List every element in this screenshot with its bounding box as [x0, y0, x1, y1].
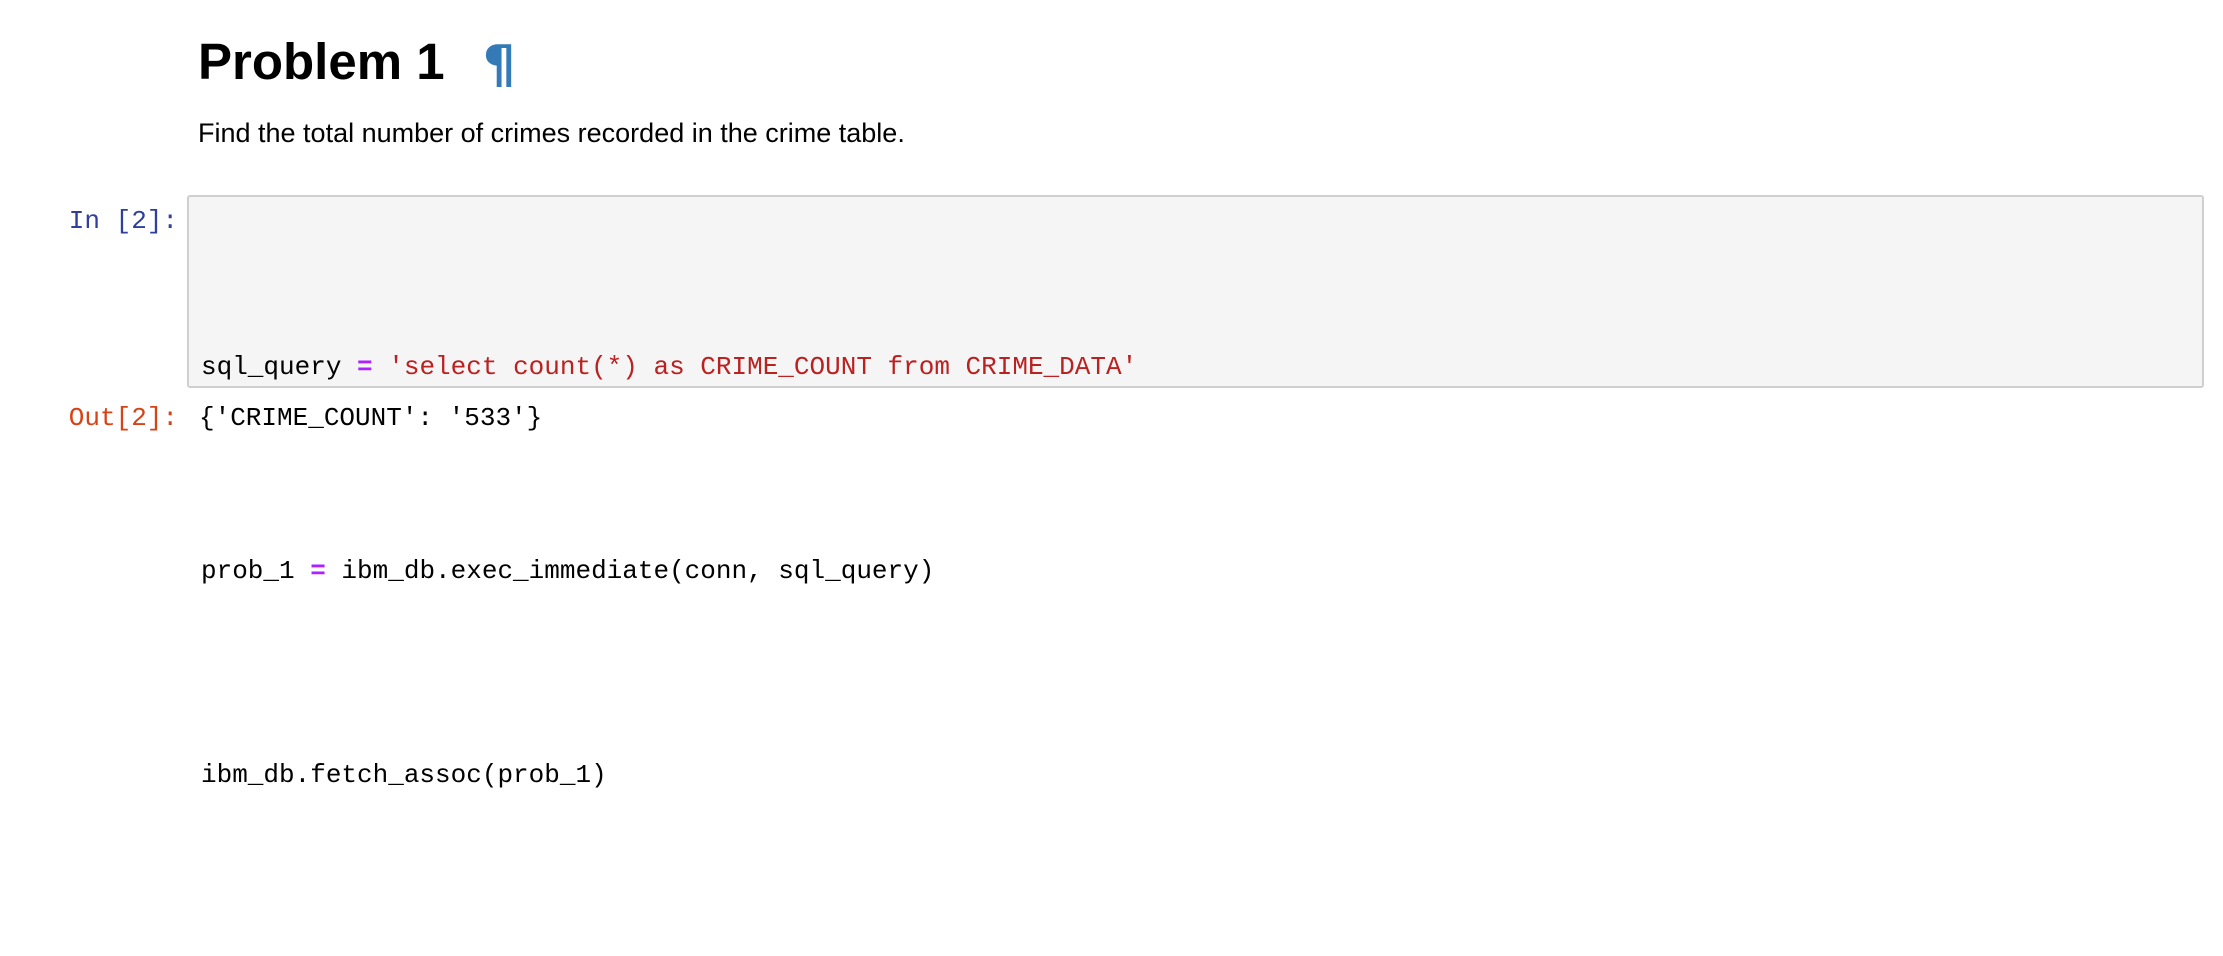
code-expression: ibm_db.exec_immediate(conn, sql_query)	[325, 556, 935, 586]
output-prompt: Out[2]:	[68, 403, 178, 433]
cell-output: {'CRIME_COUNT': '533'}	[199, 403, 543, 433]
code-line-3: ibm_db.fetch_assoc(prob_1)	[201, 760, 607, 790]
code-variable: sql_query	[201, 352, 358, 382]
code-editor[interactable]: sql_query = 'select count(*) as CRIME_CO…	[201, 208, 1137, 956]
heading-row: Problem 1 ¶	[198, 22, 2188, 102]
input-prompt: In [2]:	[68, 206, 178, 236]
problem-description: Find the total number of crimes recorded…	[198, 118, 905, 148]
code-input-area[interactable]: sql_query = 'select count(*) as CRIME_CO…	[187, 195, 2204, 790]
code-line-1: sql_query = 'select count(*) as CRIME_CO…	[201, 344, 1137, 412]
markdown-cell: Problem 1 ¶ Find the total number of cri…	[198, 22, 2188, 150]
pilcrow-anchor-icon[interactable]: ¶	[483, 25, 516, 105]
code-operator: =	[310, 556, 326, 586]
code-variable: prob_1	[201, 556, 311, 586]
code-string: 'select count(*) as CRIME_COUNT from CRI…	[372, 352, 1138, 382]
code-operator: =	[357, 352, 373, 382]
code-line-2: prob_1 = ibm_db.exec_immediate(conn, sql…	[201, 548, 1137, 616]
problem-heading: Problem 1	[198, 33, 445, 90]
